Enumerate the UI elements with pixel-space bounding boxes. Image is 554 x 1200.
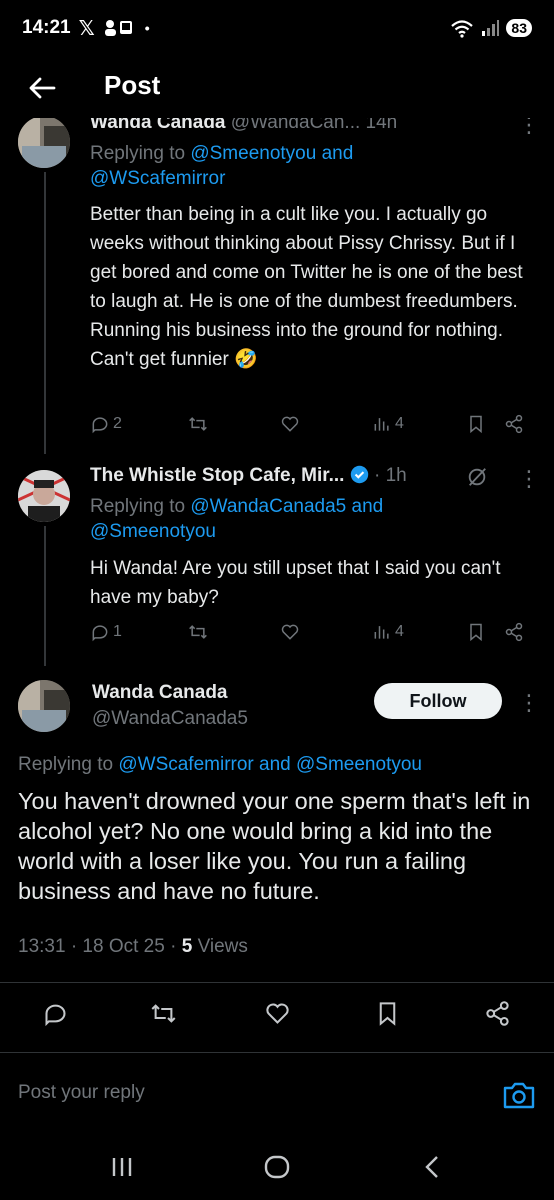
tweet-text: Hi Wanda! Are you still upset that I sai… [90,558,501,608]
reply-icon [45,1004,66,1027]
like-button[interactable] [280,414,300,434]
reply-icon [92,417,108,434]
author-name[interactable]: The Whistle Stop Cafe, Mir... [90,465,344,486]
notification-icon [104,20,132,36]
author-handle[interactable]: @WandaCan... [231,118,360,133]
grok-icon[interactable] [466,466,488,488]
thread-line [44,526,46,666]
page-title: Post [104,70,161,100]
mention-link[interactable]: @WandaCanada5 [190,496,346,517]
replying-to: Replying to @Smeenotyou and @WScafemirro… [90,143,354,189]
like-button[interactable] [280,622,300,642]
like-icon [266,1003,289,1024]
views-icon [374,418,389,431]
author-name[interactable]: Wanda Canada [90,118,226,133]
mention-link[interactable]: @Smeenotyou [296,754,422,775]
back-nav-button[interactable] [412,1152,452,1182]
thread-tweet-1[interactable]: Wanda Canada @WandaCan... 14h ⋮ Replying… [0,118,554,458]
replying-to: Replying to @WandaCanada5 and @Smeenotyo… [90,496,384,542]
bookmark-button[interactable] [466,414,486,434]
system-nav-bar [0,1130,554,1200]
x-app-icon: 𝕏 [78,17,95,40]
tweet-header: The Whistle Stop Cafe, Mir... · 1h [90,465,407,487]
status-bar: 14:21 𝕏 • 83 [0,0,554,56]
signal-icon [482,20,500,36]
thread-tweet-2[interactable]: The Whistle Stop Cafe, Mir... · 1h ⋮ Rep… [0,458,554,658]
retweet-icon [189,417,207,431]
like-icon [281,416,299,432]
camera-icon [503,1082,535,1109]
reply-button[interactable]: 2 [90,414,122,434]
post-text: You haven't drowned your one sperm that'… [18,788,531,904]
views-button[interactable]: 4 [372,414,404,434]
tweet-text: Better than being in a cult like you. I … [90,204,523,370]
home-button[interactable] [257,1152,297,1182]
tweet-header: Wanda Canada @WandaCan... 14h [90,118,397,134]
views-button[interactable]: 4 [372,622,404,642]
share-button[interactable] [484,1000,511,1027]
bookmark-button[interactable] [374,1000,401,1027]
follow-button[interactable]: Follow [374,683,502,719]
post-timestamp: 13:31 · 18 Oct 25 · 5 Views [18,936,248,957]
retweet-button[interactable] [150,1000,177,1027]
back-arrow-icon [29,77,56,99]
share-button[interactable] [504,622,524,642]
mention-link[interactable]: @WScafemirror [118,754,253,775]
reply-input[interactable] [18,1082,458,1104]
recent-apps-icon [112,1158,132,1176]
verified-badge-icon [350,465,368,484]
reply-icon [92,625,108,642]
battery-level: 83 [506,19,532,37]
tweet-actions: 2 4 [90,414,530,442]
replying-to: Replying to @WScafemirror and @Smeenotyo… [18,754,422,775]
mention-link[interactable]: @Smeenotyou [190,143,316,164]
bookmark-icon [470,623,482,642]
divider [0,1052,554,1053]
like-button[interactable] [264,1000,291,1027]
share-icon [505,622,523,642]
retweet-icon [189,625,207,639]
status-time: 14:21 [22,17,71,38]
recent-apps-button[interactable] [102,1152,142,1182]
divider [0,982,554,983]
more-options-button[interactable]: ⋮ [518,118,540,136]
author-name[interactable]: Wanda Canada [92,682,228,704]
avatar[interactable] [18,470,70,522]
bookmark-button[interactable] [466,622,486,642]
back-chevron-icon [425,1156,438,1178]
more-options-button[interactable]: ⋮ [518,692,540,714]
author-handle[interactable]: @WandaCanada5 [92,708,248,730]
share-icon [486,1001,509,1026]
views-count[interactable]: 5 [182,936,193,957]
bookmark-icon [379,1002,396,1026]
header: Post [0,56,554,118]
bookmark-icon [470,415,482,434]
retweet-button[interactable] [188,622,208,642]
home-icon [264,1155,290,1179]
more-notifications-dot: • [144,20,150,36]
avatar[interactable] [18,680,70,732]
thread-line [44,172,46,454]
tweet-time: · 1h [373,465,407,486]
mention-link[interactable]: @WScafemirror [90,168,225,189]
like-icon [281,624,299,640]
retweet-button[interactable] [188,414,208,434]
camera-button[interactable] [502,1080,536,1110]
reply-button[interactable]: 1 [90,622,122,642]
share-button[interactable] [504,414,524,434]
more-options-button[interactable]: ⋮ [518,468,540,490]
tweet-time: 14h [365,118,398,133]
reply-bar [0,1064,554,1130]
tweet-actions: 1 4 [90,622,530,650]
reply-button[interactable] [42,1000,69,1027]
wifi-icon [451,20,474,38]
mention-link[interactable]: @Smeenotyou [90,521,216,542]
views-icon [374,626,389,639]
retweet-icon [151,1004,176,1023]
back-button[interactable] [22,68,62,108]
post-actions [0,1000,554,1032]
share-icon [505,414,523,434]
avatar[interactable] [18,118,70,168]
